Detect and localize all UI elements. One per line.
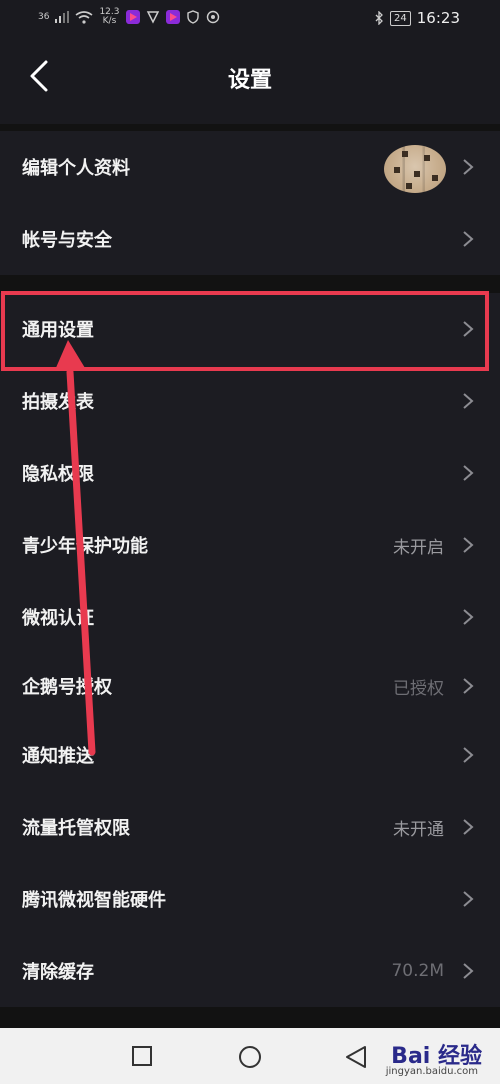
- nav-bar: 设置: [0, 36, 500, 124]
- chevron-right-icon: [463, 609, 474, 625]
- settings-group-profile: 编辑个人资料 帐号与安全: [0, 131, 500, 275]
- weishi-app-icon: [125, 10, 140, 24]
- settings-item-data-hosting[interactable]: 流量托管权限 未开通: [0, 791, 500, 863]
- chevron-right-icon: [463, 393, 474, 409]
- settings-item-label: 帐号与安全: [22, 230, 112, 251]
- settings-item-label: 编辑个人资料: [22, 158, 130, 179]
- settings-group-main: 通用设置 拍摄发表 隐私权限 青少年保护功能 未开启 微视认证 企鹅号授权 已授…: [0, 293, 500, 1007]
- settings-item-value: 已授权: [393, 678, 444, 699]
- clock: 16:23: [416, 9, 460, 27]
- settings-item-privacy[interactable]: 隐私权限: [0, 437, 500, 509]
- home-button[interactable]: [238, 1045, 262, 1069]
- chevron-right-icon: [463, 678, 474, 694]
- settings-item-notifications[interactable]: 通知推送: [0, 719, 500, 791]
- net-speed: 12.3 K/s: [99, 7, 120, 26]
- chevron-right-icon: [463, 891, 474, 907]
- baidu-watermark: Bai 经验 jingyan.baidu.com: [362, 1032, 492, 1082]
- system-nav-bar: Bai 经验 jingyan.baidu.com: [0, 1028, 500, 1084]
- settings-item-label: 腾讯微视智能硬件: [22, 890, 166, 911]
- settings-item-label: 微视认证: [22, 608, 94, 629]
- settings-item-label: 企鹅号授权: [22, 677, 112, 698]
- settings-item-label: 流量托管权限: [22, 818, 130, 839]
- chevron-right-icon: [463, 963, 474, 979]
- chevron-right-icon: [463, 231, 474, 247]
- recent-apps-button[interactable]: [131, 1045, 153, 1067]
- settings-item-youth-protection[interactable]: 青少年保护功能 未开启: [0, 509, 500, 581]
- chevron-right-icon: [463, 465, 474, 481]
- settings-item-shooting-publish[interactable]: 拍摄发表: [0, 365, 500, 437]
- chevron-right-icon: [463, 747, 474, 763]
- chevron-right-icon: [463, 537, 474, 553]
- chevron-right-icon: [463, 819, 474, 835]
- settings-item-general[interactable]: 通用设置: [0, 293, 500, 365]
- settings-item-edit-profile[interactable]: 编辑个人资料: [0, 131, 500, 203]
- browser-icon: [206, 10, 219, 24]
- settings-item-account-security[interactable]: 帐号与安全: [0, 203, 500, 275]
- bluetooth-icon: [375, 11, 383, 25]
- avatar: [384, 145, 446, 193]
- settings-item-label: 通知推送: [22, 746, 94, 767]
- settings-item-label: 拍摄发表: [22, 392, 94, 413]
- settings-item-penguin-auth[interactable]: 企鹅号授权 已授权: [0, 653, 500, 719]
- battery-indicator: 24: [390, 10, 411, 26]
- status-bar: 36 12.3 K/s 24 16:23: [0, 0, 500, 36]
- chevron-right-icon: [463, 159, 474, 175]
- signal-indicator: 36: [38, 12, 50, 22]
- settings-item-label: 通用设置: [22, 320, 94, 341]
- settings-item-clear-cache[interactable]: 清除缓存 70.2M: [0, 935, 500, 1007]
- settings-item-smart-hardware[interactable]: 腾讯微视智能硬件: [0, 863, 500, 935]
- chevron-right-icon: [463, 321, 474, 337]
- security-icon: [186, 10, 199, 24]
- watermark-url: jingyan.baidu.com: [385, 1066, 478, 1077]
- settings-item-weishi-verification[interactable]: 微视认证: [0, 581, 500, 653]
- settings-item-value: 未开启: [393, 537, 444, 558]
- vpn-icon: [146, 11, 159, 24]
- page-title: 设置: [227, 68, 272, 93]
- settings-item-value: 70.2M: [391, 961, 444, 981]
- settings-item-label: 青少年保护功能: [22, 536, 148, 557]
- settings-item-label: 隐私权限: [22, 464, 94, 485]
- wifi-icon: [75, 10, 93, 24]
- settings-item-label: 清除缓存: [22, 962, 94, 983]
- signal-bars-icon: [55, 11, 70, 23]
- settings-item-value: 未开通: [393, 819, 444, 840]
- weishi-app-icon-2: [165, 10, 180, 24]
